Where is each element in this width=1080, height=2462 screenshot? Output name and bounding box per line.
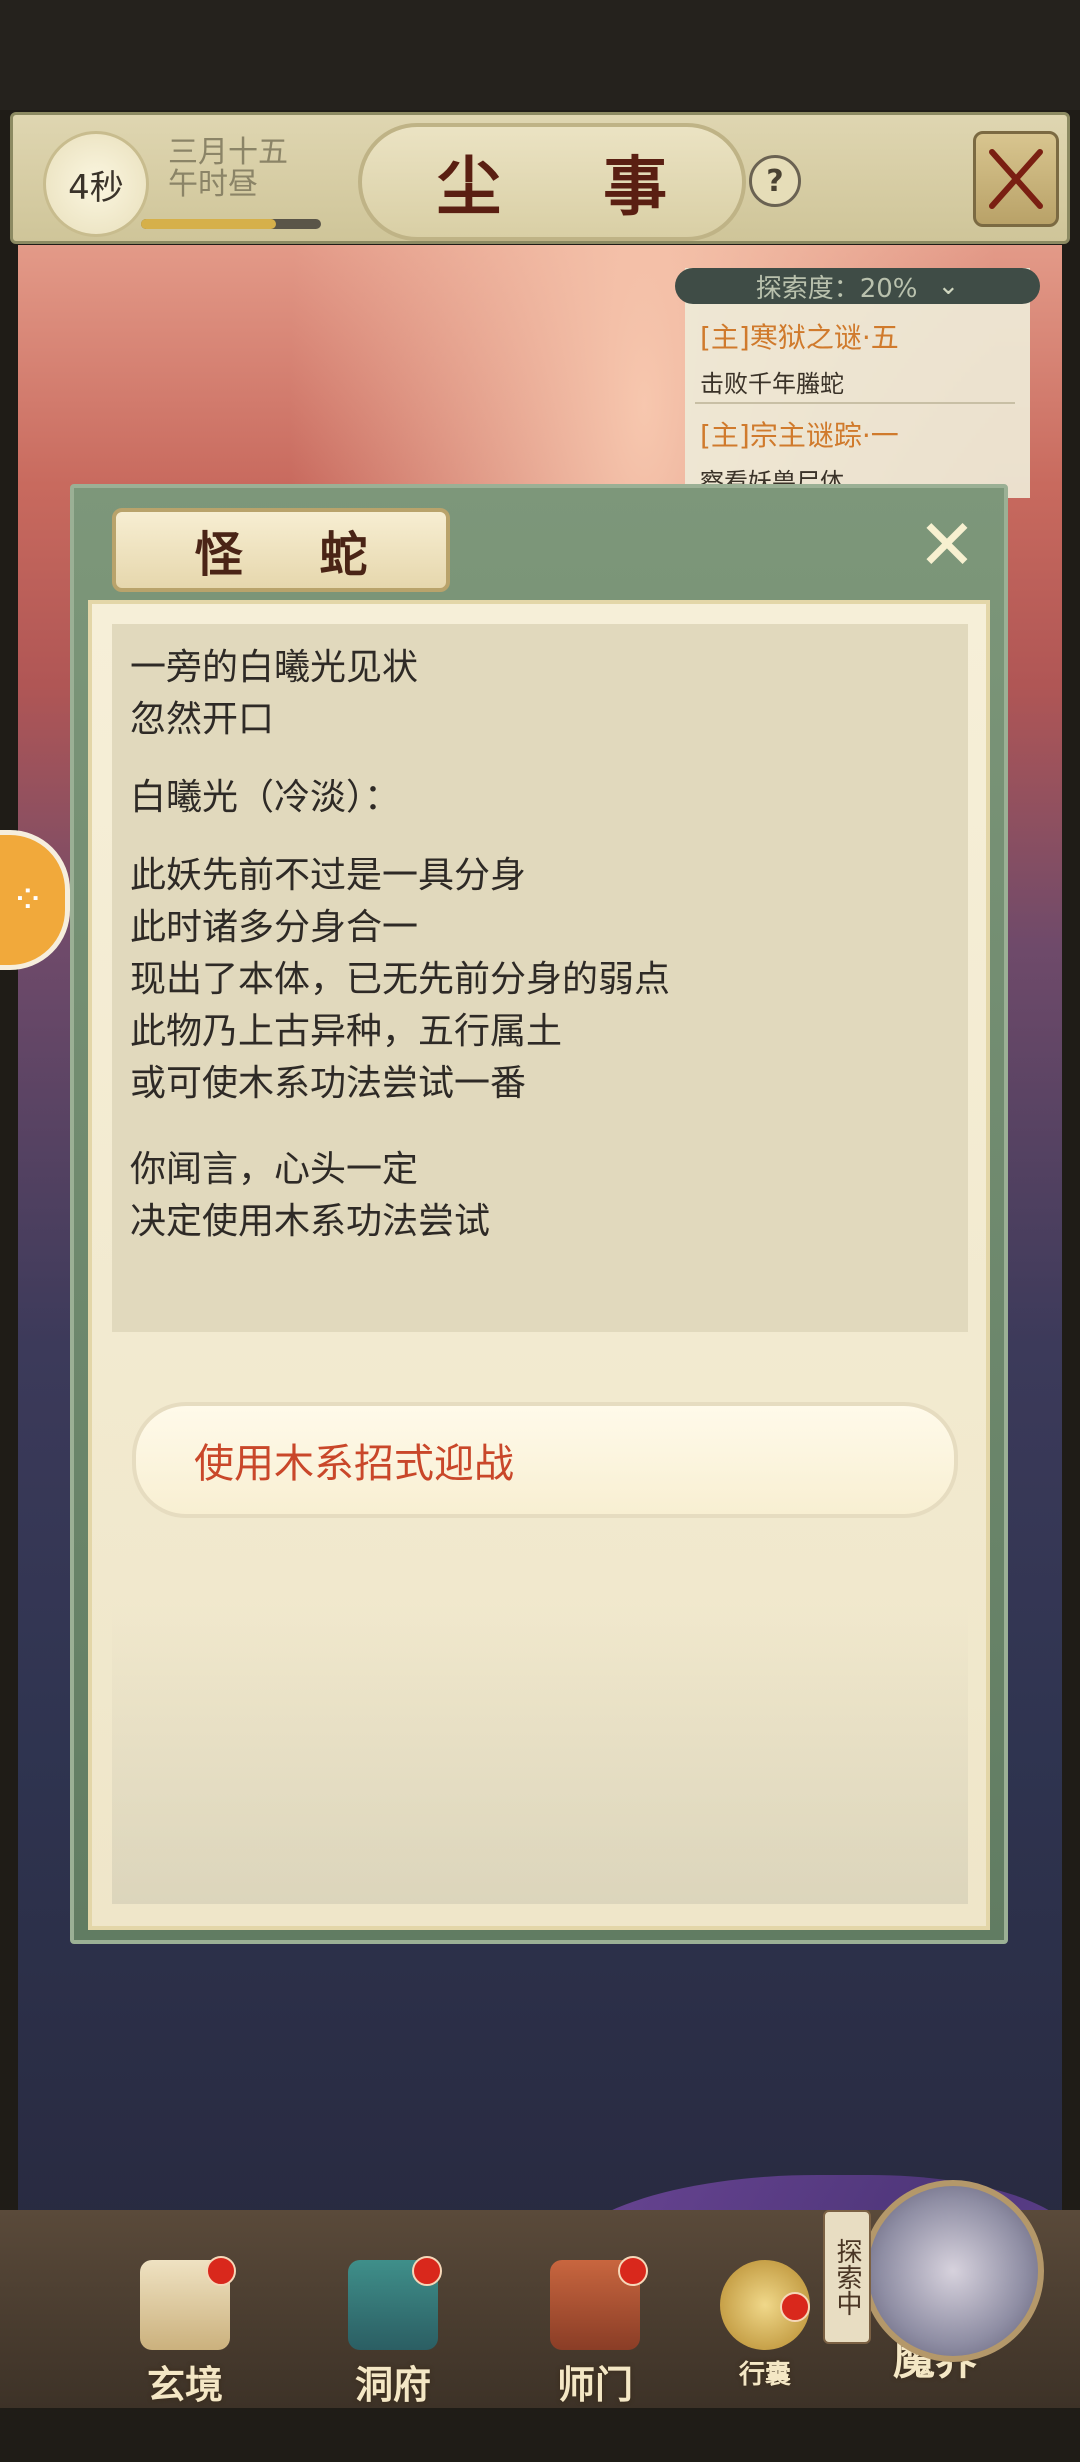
nav-item-dongfu[interactable]: 洞府 bbox=[318, 2260, 468, 2407]
quest-title-1[interactable]: [主]寒狱之谜·五 bbox=[700, 316, 899, 356]
time-progress-bar bbox=[141, 219, 321, 229]
story-line: 或可使木系功法尝试一番 bbox=[130, 1063, 527, 1104]
gamepad-icon: ⁘ bbox=[11, 877, 45, 923]
speaker-line: 白曦光（冷淡）： bbox=[130, 777, 401, 818]
timer-text: 4秒 bbox=[68, 167, 124, 208]
close-icon: ✕ bbox=[917, 504, 977, 586]
date-line-2: 午时昼 bbox=[168, 167, 258, 202]
story-line: 忽然开口 bbox=[130, 699, 275, 740]
story-line: 此物乃上古异种，五行属土 bbox=[130, 1011, 563, 1052]
page-title: 尘 事 bbox=[358, 123, 746, 241]
nav-label: 师门 bbox=[556, 2362, 633, 2407]
status-bar-area bbox=[0, 0, 1080, 110]
chevron-down-icon[interactable]: ⌄ bbox=[938, 271, 960, 301]
nav-label: 行囊 bbox=[738, 2360, 791, 2390]
nav-item-xingnang[interactable]: 行囊 bbox=[690, 2260, 840, 2400]
nav-label: 玄境 bbox=[146, 2362, 223, 2407]
notification-dot bbox=[780, 2292, 810, 2322]
quest-title-2[interactable]: [主]宗主谜踪·一 bbox=[700, 414, 899, 454]
story-line: 一旁的白曦光见状 bbox=[130, 647, 419, 688]
dialog-body: 一旁的白曦光见状 忽然开口 白曦光（冷淡）： 此妖先前不过是一具分身 此时诸多分… bbox=[88, 600, 990, 1930]
nav-item-xuanjing[interactable]: 玄境 bbox=[110, 2260, 260, 2407]
nav-label: 洞府 bbox=[354, 2362, 431, 2407]
date-line-1: 三月十五 bbox=[168, 135, 288, 170]
exploration-label: 探索度：20% bbox=[755, 273, 918, 304]
top-header: 4秒 三月十五 午时昼 尘 事 ? bbox=[10, 112, 1070, 244]
choice-button[interactable]: 使用木系招式迎战 bbox=[132, 1402, 958, 1518]
timer-badge: 4秒 bbox=[43, 131, 149, 237]
mountain-mist-decoration bbox=[112, 1604, 968, 1904]
boss-portrait[interactable] bbox=[862, 2180, 1044, 2362]
crossed-swords-icon bbox=[989, 149, 1043, 209]
quest-divider bbox=[695, 402, 1015, 404]
time-progress-fill bbox=[141, 219, 276, 229]
notification-dot bbox=[206, 2256, 236, 2286]
story-line: 决定使用木系功法尝试 bbox=[130, 1201, 491, 1242]
story-line: 你闻言，心头一定 bbox=[130, 1149, 419, 1190]
choice-label: 使用木系招式迎战 bbox=[194, 1441, 514, 1487]
story-paragraph: 一旁的白曦光见状 忽然开口 bbox=[130, 642, 418, 746]
date-display: 三月十五 午时昼 bbox=[168, 137, 308, 201]
help-icon: ? bbox=[766, 163, 784, 199]
exploration-progress[interactable]: 探索度：20% ⌄ bbox=[675, 268, 1040, 304]
story-paragraph: 白曦光（冷淡）： bbox=[130, 772, 400, 824]
help-button[interactable]: ? bbox=[749, 155, 801, 207]
page-title-text: 尘 事 bbox=[436, 150, 708, 225]
story-line: 现出了本体，已无先前分身的弱点 bbox=[130, 959, 671, 1000]
nav-item-shimen[interactable]: 师门 bbox=[520, 2260, 670, 2407]
story-paragraph: 你闻言，心头一定 决定使用木系功法尝试 bbox=[130, 1144, 490, 1248]
story-text: 一旁的白曦光见状 忽然开口 白曦光（冷淡）： 此妖先前不过是一具分身 此时诸多分… bbox=[112, 624, 968, 1332]
story-line: 此妖先前不过是一具分身 bbox=[130, 855, 527, 896]
quest-sub-1: 击败千年螣蛇 bbox=[700, 370, 844, 398]
story-line: 此时诸多分身合一 bbox=[130, 907, 419, 948]
notification-dot bbox=[412, 2256, 442, 2286]
event-dialog: 怪 蛇 ✕ 一旁的白曦光见状 忽然开口 白曦光（冷淡）： 此妖先前不过是一具分身… bbox=[70, 484, 1008, 1944]
dialog-title: 怪 蛇 bbox=[112, 508, 450, 592]
explore-status-tag: 探索中 bbox=[823, 2210, 871, 2344]
crossed-swords-button[interactable] bbox=[973, 131, 1059, 227]
dialog-title-text: 怪 蛇 bbox=[194, 527, 398, 583]
story-paragraph: 此妖先前不过是一具分身 此时诸多分身合一 现出了本体，已无先前分身的弱点 此物乃… bbox=[130, 850, 670, 1110]
notification-dot bbox=[618, 2256, 648, 2286]
close-button[interactable]: ✕ bbox=[914, 510, 980, 580]
